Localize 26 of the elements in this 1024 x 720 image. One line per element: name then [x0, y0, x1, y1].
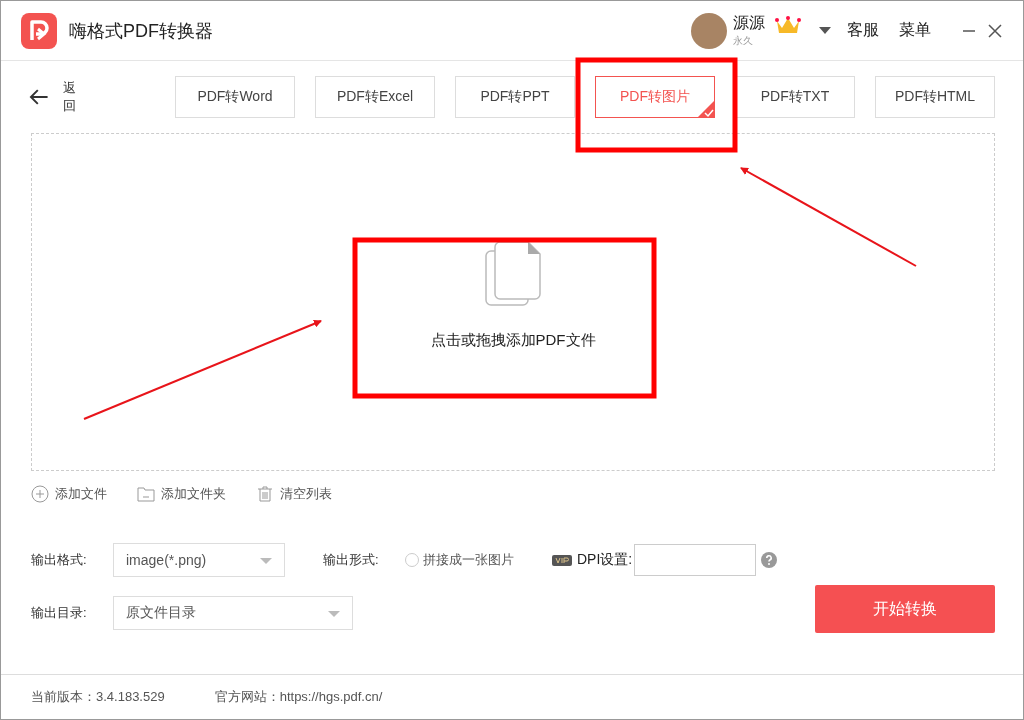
conversion-tab[interactable]: PDF转Excel: [315, 76, 435, 118]
conversion-tab[interactable]: PDF转Word: [175, 76, 295, 118]
file-action-link[interactable]: 添加文件夹: [137, 485, 226, 503]
output-mode-label: 输出形式:: [323, 551, 380, 569]
drop-zone-hint: 点击或拖拽添加PDF文件: [430, 330, 596, 350]
file-action-link[interactable]: 添加文件: [31, 485, 107, 503]
conversion-tab[interactable]: PDF转图片: [595, 76, 715, 118]
output-format-label: 输出格式:: [31, 551, 88, 569]
output-directory-label: 输出目录:: [31, 604, 88, 622]
window-title: 嗨格式PDF转换器: [69, 19, 213, 43]
format-dropdown[interactable]: image(*.png): [113, 543, 285, 577]
file-action-link[interactable]: 清空列表: [256, 485, 332, 503]
header-menu-link[interactable]: 客服: [847, 20, 879, 41]
dpi-label: DPI设置:: [577, 551, 633, 569]
header-menu-link[interactable]: 菜单: [899, 20, 931, 41]
merge-radio-option[interactable]: 拼接成一张图片: [405, 551, 514, 569]
user-name: 源源: [733, 13, 765, 33]
user-level: 永久: [733, 34, 754, 48]
conversion-tab[interactable]: PDF转TXT: [735, 76, 855, 118]
conversion-tab[interactable]: PDF转PPT: [455, 76, 575, 118]
back-button[interactable]: 返回: [29, 79, 82, 115]
website-text: 官方网站：https://hgs.pdf.cn/: [214, 688, 383, 706]
drop-zone[interactable]: 点击或拖拽添加PDF文件: [31, 133, 995, 471]
version-text: 当前版本：3.4.183.529: [31, 688, 165, 706]
directory-dropdown[interactable]: 原文件目录: [113, 596, 353, 630]
conversion-tab[interactable]: PDF转HTML: [875, 76, 995, 118]
